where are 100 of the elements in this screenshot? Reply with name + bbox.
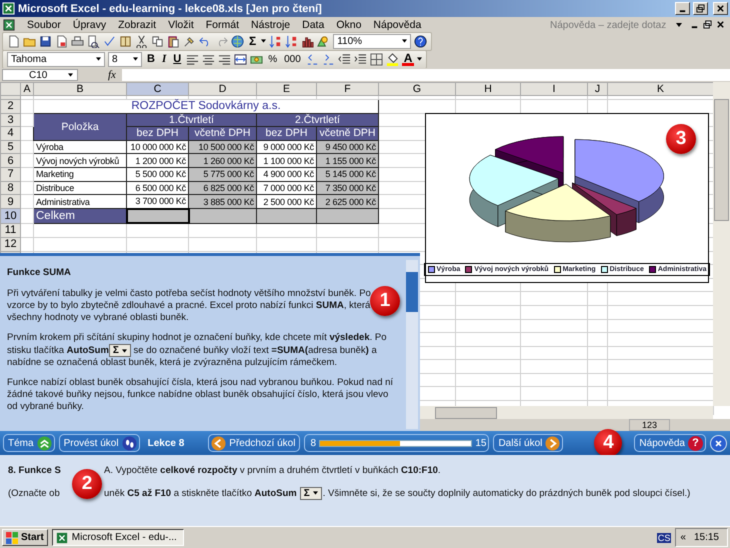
table-cell: 5 145 000 Kč	[316, 167, 378, 182]
row-header[interactable]: 7	[0, 167, 20, 182]
table-cell: 1 200 000 Kč	[126, 154, 188, 168]
menu-item[interactable]: Nápověda	[367, 18, 428, 30]
autosum-button[interactable]: Σ	[247, 34, 258, 48]
menu-item[interactable]: Formát	[200, 18, 246, 30]
step-number-badge: 3	[666, 124, 696, 154]
autosum-button[interactable]: Σ	[300, 486, 322, 500]
table-cell: 1 155 000 Kč	[316, 154, 378, 168]
table-cell: 1 260 000 Kč	[188, 154, 256, 168]
table-title: ROZPOČET Sodovkárny a.s.	[34, 100, 378, 114]
row-header[interactable]: 8	[0, 181, 20, 195]
row-header[interactable]: 5	[0, 140, 20, 154]
taskbar-button[interactable]: Microsoft Excel - edu-...	[52, 529, 184, 546]
table-cell: 9 000 000 Kč	[256, 140, 316, 154]
table-cell: 2 625 000 Kč	[316, 194, 378, 209]
help-paragraph: Funkce nabízí oblast buněk obsahující čísla, která jsou nad vybranou buňkou. Pokud nad ní žádné takové buňky nejsou, funkce nabídne oblast buněk obsahující číslo, která jsou vlevo od vybrané buňky.	[7, 377, 394, 414]
header-cell: včetně DPH	[188, 126, 256, 140]
menu-item[interactable]: Úpravy	[66, 18, 112, 30]
row-header[interactable]: 6	[0, 154, 20, 168]
function-label[interactable]: fx	[108, 69, 116, 81]
menu-item[interactable]: Soubor	[21, 18, 67, 30]
header-cell: Položka	[34, 113, 126, 140]
menu-item[interactable]: Vložit	[162, 18, 200, 30]
column-header[interactable]: H	[456, 82, 520, 96]
text-style-button[interactable]: I	[160, 53, 168, 65]
help-search-field[interactable]: Nápověda – zadejte dotaz	[550, 18, 674, 30]
table-cell: 4 900 000 Kč	[256, 167, 316, 182]
step-number-badge: 2	[72, 469, 102, 499]
do-task-button[interactable]: Provést úkol	[58, 434, 140, 452]
text-style-button[interactable]: B	[145, 53, 157, 65]
table-cell: 3 885 000 Kč	[188, 194, 256, 209]
autosum-button[interactable]: Σ	[108, 344, 131, 357]
table-cell: 7 000 000 Kč	[256, 181, 316, 195]
row-header[interactable]: 10	[0, 208, 20, 224]
help-paragraph: Prvním krokem při sčítání skupiny hodnot je označení buňky, kde chcete mít výsledek. Po stisku tlačítka AutoSum Σ se do označené buňky vloží text =SUMA(adresa buněk) a nabídne se označená oblast buněk, která je zvýrazněna pulzujícím rámečkem.	[7, 332, 388, 370]
previous-task-button[interactable]: Předchozí úkol	[208, 434, 300, 452]
column-header[interactable]: B	[34, 82, 126, 96]
tray-expand-button[interactable]: «	[680, 532, 686, 543]
help-button[interactable]: Nápověda ?	[634, 434, 706, 452]
table-cell: 9 450 000 Kč	[316, 140, 378, 154]
table-cell: 5 775 000 Kč	[188, 167, 256, 182]
column-header[interactable]: J	[588, 82, 608, 96]
column-header[interactable]: K	[608, 82, 714, 96]
help-icon: ?	[688, 436, 703, 450]
table-cell: 7 350 000 Kč	[316, 181, 378, 195]
menu-item[interactable]: Nástroje	[245, 18, 296, 30]
header-cell: 2.Čtvrtletí	[256, 113, 378, 127]
column-header[interactable]: D	[188, 82, 256, 96]
table-cell: 1 100 000 Kč	[256, 154, 316, 168]
column-header[interactable]: G	[378, 82, 456, 96]
start-button[interactable]: Start	[2, 529, 48, 546]
total-label-cell: Celkem	[34, 208, 126, 224]
table-cell: Marketing	[34, 167, 126, 182]
table-cell: 6 825 000 Kč	[188, 181, 256, 195]
row-header[interactable]: 3	[0, 113, 20, 127]
name-box[interactable]: C10	[2, 69, 78, 81]
language-indicator[interactable]: CS	[656, 532, 672, 542]
font-size-dropdown[interactable]: 8	[108, 52, 142, 66]
row-header[interactable]: 9	[0, 194, 20, 209]
row-header[interactable]: 12	[0, 237, 20, 252]
step-number-badge: 1	[370, 286, 400, 316]
menu-item[interactable]: Okno	[330, 18, 368, 30]
header-cell: bez DPH	[126, 126, 188, 140]
header-cell: bez DPH	[256, 126, 316, 140]
column-header[interactable]: C	[126, 82, 188, 96]
task-text: . Všimněte si, že se součty doplnily automaticky do prázdných buněk pod sloupci čísel.)	[322, 488, 690, 498]
lesson-label: Lekce 8	[148, 438, 184, 448]
column-header[interactable]: E	[256, 82, 316, 96]
row-header[interactable]: 4	[0, 126, 20, 140]
topic-button[interactable]: Téma	[3, 434, 55, 452]
table-cell: Výroba	[34, 140, 126, 154]
zoom-dropdown[interactable]: 110%	[333, 34, 412, 48]
table-cell: 6 500 000 Kč	[126, 181, 188, 195]
progress-start-label: 8	[310, 438, 316, 448]
column-header[interactable]: I	[520, 82, 588, 96]
table-cell: 5 500 000 Kč	[126, 167, 188, 182]
progress-end-label: 15	[475, 438, 486, 448]
next-task-button[interactable]: Další úkol	[493, 434, 564, 452]
help-title: Funkce SUMA	[7, 267, 72, 279]
task-title: 8. Funkce S	[8, 464, 62, 476]
column-header[interactable]: A	[20, 82, 34, 96]
table-cell: 10 000 000 Kč	[126, 140, 188, 154]
menu-item[interactable]: Zobrazit	[112, 18, 162, 30]
table-cell: Vývoj nových výrobků	[34, 154, 126, 168]
clock: 15:15	[694, 532, 719, 543]
font-dropdown[interactable]: Tahoma	[7, 52, 105, 66]
number-format-button[interactable]: 000	[282, 54, 303, 64]
row-header[interactable]: 2	[0, 100, 20, 114]
row-header[interactable]: 11	[0, 223, 20, 238]
number-format-button[interactable]: %	[266, 54, 280, 64]
task-text: (Označte ob	[8, 488, 61, 498]
text-style-button[interactable]: U	[171, 53, 184, 65]
status-indicator: 123	[628, 419, 670, 431]
help-paragraph: Při vytváření tabulky je velmi často potřeba sečíst hodnoty většího množství buněk. Po vzorce by to bylo zbytečně zdlouhavé a pracné. Excel proto nabízí funkci SUMA, která všechny hodnoty ve vybrané oblasti buněk.	[7, 288, 372, 324]
header-cell: 1.Čtvrtletí	[126, 113, 256, 127]
window-title: Microsoft Excel - edu-learning - lekce08.xls [Jen pro čtení]	[18, 2, 322, 14]
task-text: uněk C5 až F10 a stiskněte tlačítko AutoSum	[104, 488, 297, 498]
menu-item[interactable]: Data	[296, 18, 330, 30]
column-header[interactable]: F	[316, 82, 378, 96]
